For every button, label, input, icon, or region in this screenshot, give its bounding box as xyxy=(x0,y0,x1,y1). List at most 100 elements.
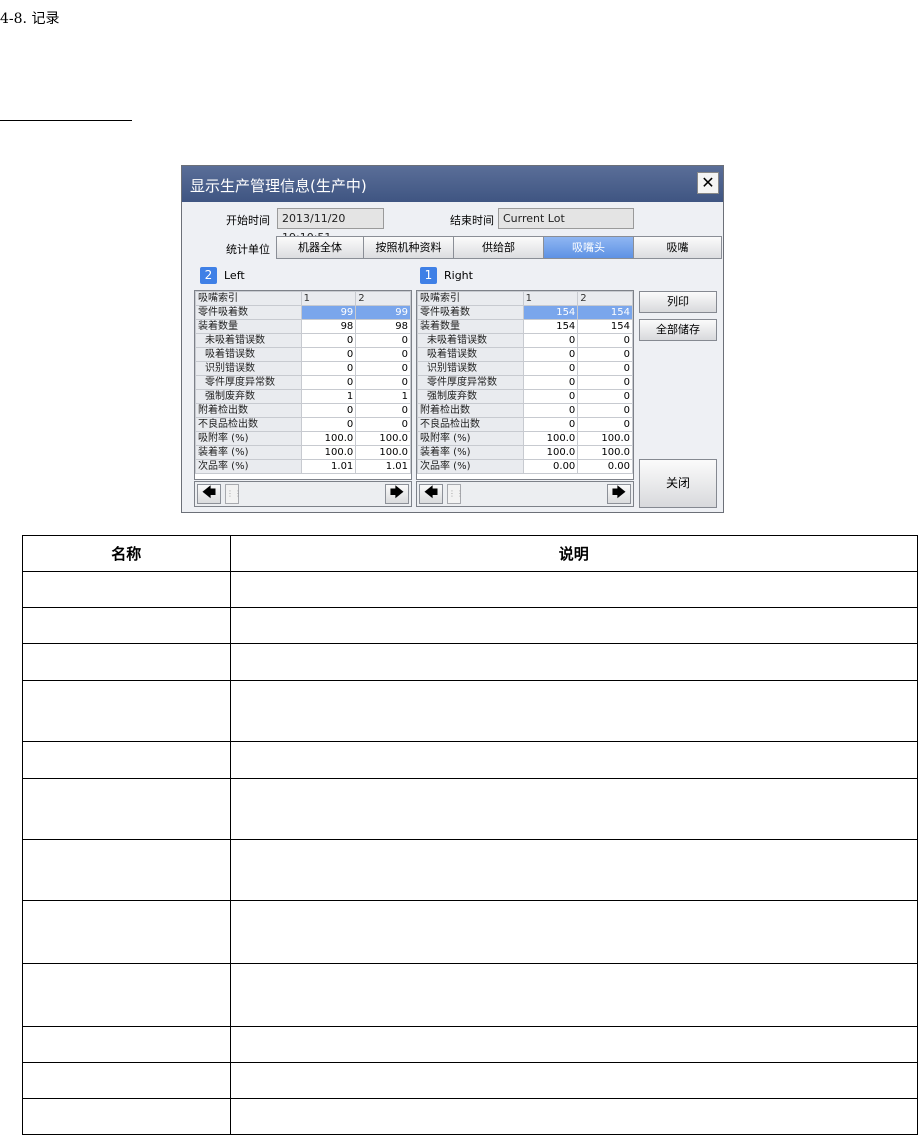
row-label: 未吸着错误数 xyxy=(417,333,524,348)
tab-nozzle[interactable]: 吸嘴 xyxy=(633,236,722,259)
row-label: 吸着错误数 xyxy=(195,347,302,362)
table-row xyxy=(22,1098,918,1135)
cell-value: 154 xyxy=(577,305,633,320)
close-button[interactable]: 关闭 xyxy=(639,459,717,508)
row-label: 不良品检出数 xyxy=(195,417,302,432)
table-row xyxy=(22,839,918,901)
cell-value: 100.0 xyxy=(355,445,411,460)
table-row[interactable]: 识别错误数 0 0 xyxy=(417,361,633,376)
left-grid-scrollbar[interactable]: 🡄 ⋮⋮ 🡆 xyxy=(194,481,412,507)
table-row xyxy=(22,741,918,779)
tab-head[interactable]: 吸嘴头 xyxy=(543,236,634,259)
scroll-thumb[interactable]: ⋮⋮ xyxy=(225,484,242,504)
row-label: 装着率 (%) xyxy=(195,445,302,460)
table-row[interactable]: 次品率 (%) 0.00 0.00 xyxy=(417,459,633,474)
table-row[interactable]: 零件吸着数 154 154 xyxy=(417,305,633,320)
cell-value: 0 xyxy=(300,347,357,362)
tab-feeder[interactable]: 供给部 xyxy=(453,236,544,259)
cell-value: 0 xyxy=(355,375,411,390)
table-row xyxy=(22,571,918,608)
cell-value: 0 xyxy=(577,347,633,362)
table-row[interactable]: 不良品检出数 0 0 xyxy=(417,417,633,432)
column-header: 2 xyxy=(577,291,633,306)
cell-value: 0 xyxy=(300,417,357,432)
table-row xyxy=(22,900,918,964)
cell-value: 0 xyxy=(522,417,579,432)
table-row[interactable]: 未吸着错误数 0 0 xyxy=(417,333,633,348)
cell-value: 0.00 xyxy=(577,459,633,474)
table-row[interactable]: 吸着错误数 0 0 xyxy=(417,347,633,362)
description-cell xyxy=(229,963,918,1027)
cell-value: 0 xyxy=(522,333,579,348)
table-row xyxy=(22,643,918,681)
row-label: 识别错误数 xyxy=(195,361,302,376)
table-row[interactable]: 装着数量 154 154 xyxy=(417,319,633,334)
table-row[interactable]: 吸附率 (%) 100.0 100.0 xyxy=(417,431,633,446)
left-head-grid: 吸嘴索引 1 2 零件吸着数 99 99 装着数量 98 98 未吸着错误数 0 0 吸着错… xyxy=(194,290,412,480)
heading-rule xyxy=(0,120,132,121)
table-row[interactable]: 零件厚度异常数 0 0 xyxy=(195,375,411,390)
row-label: 未吸着错误数 xyxy=(195,333,302,348)
cell-value: 0 xyxy=(355,417,411,432)
right-head-badge: 1 xyxy=(420,267,437,284)
row-label: 零件吸着数 xyxy=(195,305,302,320)
row-label: 次品率 (%) xyxy=(195,459,302,474)
arrow-left-icon[interactable]: 🡄 xyxy=(419,484,443,504)
cell-value: 0 xyxy=(577,389,633,404)
save-all-button[interactable]: 全部储存 xyxy=(639,319,717,341)
production-info-dialog: 显示生产管理信息(生产中) ✕ 开始时间 2013/11/20 19:10:51… xyxy=(181,165,724,513)
table-row[interactable]: 未吸着错误数 0 0 xyxy=(195,333,411,348)
table-row[interactable]: 次品率 (%) 1.01 1.01 xyxy=(195,459,411,474)
right-grid-scrollbar[interactable]: 🡄 ⋮⋮ 🡆 xyxy=(416,481,634,507)
arrow-left-icon[interactable]: 🡄 xyxy=(197,484,221,504)
row-label: 装着数量 xyxy=(417,319,524,334)
table-row[interactable]: 装着率 (%) 100.0 100.0 xyxy=(417,445,633,460)
row-label: 装着数量 xyxy=(195,319,302,334)
table-row xyxy=(22,1062,918,1099)
print-button[interactable]: 列印 xyxy=(639,291,717,313)
table-row[interactable]: 吸着错误数 0 0 xyxy=(195,347,411,362)
dialog-titlebar: 显示生产管理信息(生产中) ✕ xyxy=(182,166,723,202)
cell-value: 0 xyxy=(355,403,411,418)
table-row[interactable]: 装着率 (%) 100.0 100.0 xyxy=(195,445,411,460)
tab-by-product[interactable]: 按照机种资料 xyxy=(363,236,454,259)
column-header: 1 xyxy=(522,291,579,306)
name-cell xyxy=(22,963,231,1027)
cell-value: 154 xyxy=(577,319,633,334)
cell-value: 100.0 xyxy=(300,445,357,460)
cell-value: 0 xyxy=(577,361,633,376)
end-time-label: 结束时间 xyxy=(450,214,494,227)
row-label: 吸附率 (%) xyxy=(195,431,302,446)
scroll-thumb[interactable]: ⋮⋮ xyxy=(447,484,464,504)
arrow-right-icon[interactable]: 🡆 xyxy=(385,484,409,504)
name-cell xyxy=(22,571,231,608)
cell-value: 0 xyxy=(355,333,411,348)
row-label: 识别错误数 xyxy=(417,361,524,376)
table-row[interactable]: 零件厚度异常数 0 0 xyxy=(417,375,633,390)
cell-value: 98 xyxy=(355,319,411,334)
table-row[interactable]: 零件吸着数 99 99 xyxy=(195,305,411,320)
name-cell xyxy=(22,839,231,901)
table-row[interactable]: 强制废弃数 0 0 xyxy=(417,389,633,404)
table-row[interactable]: 强制废弃数 1 1 xyxy=(195,389,411,404)
table-row[interactable]: 附着检出数 0 0 xyxy=(417,403,633,418)
table-row[interactable]: 装着数量 98 98 xyxy=(195,319,411,334)
table-row[interactable]: 不良品检出数 0 0 xyxy=(195,417,411,432)
cell-value: 0 xyxy=(522,347,579,362)
cell-value: 154 xyxy=(522,305,579,320)
close-icon[interactable]: ✕ xyxy=(697,172,719,194)
row-label: 装着率 (%) xyxy=(417,445,524,460)
arrow-right-icon[interactable]: 🡆 xyxy=(607,484,631,504)
table-row[interactable]: 附着检出数 0 0 xyxy=(195,403,411,418)
row-label: 吸附率 (%) xyxy=(417,431,524,446)
row-label: 零件厚度异常数 xyxy=(417,375,524,390)
unit-label: 统计单位 xyxy=(226,243,270,256)
table-row xyxy=(22,963,918,1027)
start-time-label: 开始时间 xyxy=(226,214,270,227)
cell-value: 0 xyxy=(300,403,357,418)
tab-machine-all[interactable]: 机器全体 xyxy=(276,236,364,259)
cell-value: 100.0 xyxy=(300,431,357,446)
table-row[interactable]: 识别错误数 0 0 xyxy=(195,361,411,376)
name-cell xyxy=(22,1062,231,1099)
table-row[interactable]: 吸附率 (%) 100.0 100.0 xyxy=(195,431,411,446)
